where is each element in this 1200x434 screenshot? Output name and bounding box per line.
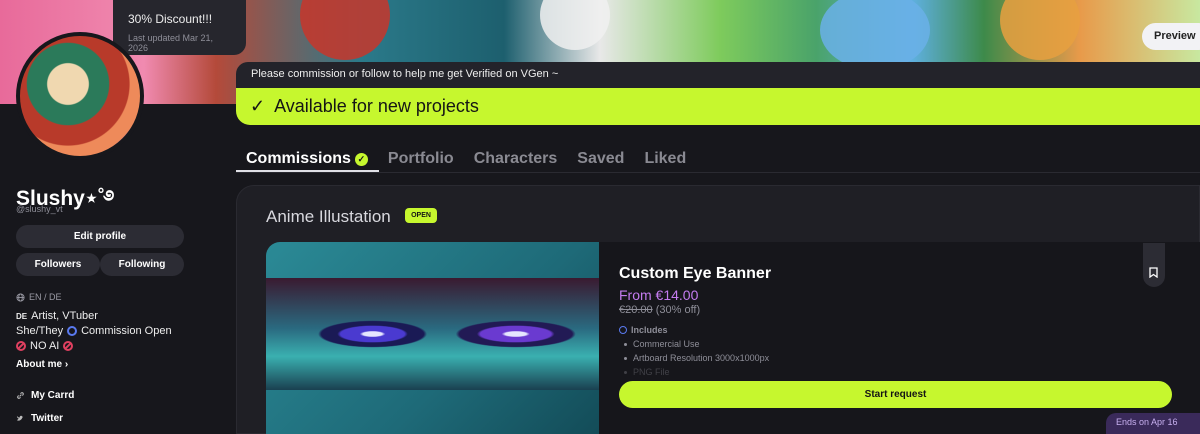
page: 30% Discount!!! Last updated Mar 21, 202…	[0, 0, 1200, 434]
avatar[interactable]	[16, 32, 144, 160]
bio-roles: Artist, VTuber	[31, 310, 98, 322]
include-text: Artboard Resolution 3000x1000px	[633, 353, 770, 363]
link-label: Twitter	[31, 413, 64, 424]
bullet-icon	[624, 370, 627, 374]
commission-price: From €14.00	[619, 287, 699, 303]
ends-badge: Ends on Apr 16	[1106, 413, 1200, 434]
following-button[interactable]: Following	[100, 253, 184, 276]
checkmark-icon: ✓	[250, 96, 266, 116]
includes-heading: Includes	[619, 325, 668, 335]
list-item: Commercial Use	[624, 339, 700, 349]
original-price: €20.00 (30% off)	[619, 304, 700, 316]
includes-label: Includes	[631, 325, 668, 335]
tab-label: Commissions	[246, 150, 351, 167]
user-handle: @slushy_vt	[16, 204, 63, 214]
spiral-icon	[67, 326, 78, 336]
bio-pronouns: She/They	[16, 325, 64, 337]
list-item: Artboard Resolution 3000x1000px	[624, 353, 769, 363]
about-me-label: About me	[16, 359, 63, 370]
discount-tooltip: 30% Discount!!! Last updated Mar 21, 202…	[113, 0, 246, 55]
last-updated: Last updated Mar 21, 2026	[128, 33, 214, 53]
section-title: Anime Illustation	[266, 207, 391, 226]
availability-banner: ✓ Available for new projects	[236, 88, 1200, 125]
bio-commission: Commission Open	[81, 325, 172, 337]
include-text: PNG File	[633, 367, 670, 377]
tab-characters[interactable]: Characters	[474, 146, 558, 172]
list-item: PNG File	[624, 367, 670, 377]
tab-liked[interactable]: Liked	[644, 146, 686, 172]
bullet-icon	[624, 342, 627, 346]
check-badge-icon: ✓	[354, 152, 368, 166]
tab-saved[interactable]: Saved	[577, 146, 624, 172]
availability-text: Available for new projects	[274, 96, 479, 116]
tab-label: Portfolio	[387, 150, 454, 167]
twitter-icon	[16, 415, 24, 421]
chevron-right-icon: ›	[64, 359, 69, 370]
commission-image[interactable]	[266, 242, 599, 434]
bio-line-2: She/They Commission Open	[16, 325, 172, 337]
edit-profile-button[interactable]: Edit profile	[16, 225, 184, 248]
tab-commissions[interactable]: Commissions ✓	[246, 146, 368, 172]
strikethrough-price: €20.00	[619, 304, 653, 316]
languages: EN / DE	[16, 292, 62, 302]
bio-line-3: NO AI	[16, 340, 74, 352]
bio-line-1: DE Artist, VTuber	[16, 310, 98, 322]
tab-label: Liked	[644, 150, 687, 167]
bookmark-button[interactable]	[1143, 243, 1165, 287]
eye-artwork	[266, 278, 599, 390]
languages-label: EN / DE	[29, 292, 62, 302]
link-twitter[interactable]: Twitter	[16, 413, 63, 424]
preview-button[interactable]: Preview	[1142, 23, 1200, 50]
link-icon	[17, 392, 24, 399]
tab-label: Saved	[577, 150, 625, 167]
link-label: My Carrd	[31, 390, 75, 401]
discount-note: (30% off)	[655, 304, 701, 316]
spiral-icon	[619, 326, 627, 334]
prohibited-icon	[16, 341, 26, 351]
tab-label: Characters	[473, 150, 558, 167]
profile-tabs: Commissions ✓ Portfolio Characters Saved…	[246, 146, 706, 172]
about-me-link[interactable]: About me ›	[16, 359, 68, 370]
discount-title: 30% Discount!!!	[128, 12, 213, 26]
verification-notice: Please commission or follow to help me g…	[236, 62, 1200, 88]
followers-button[interactable]: Followers	[16, 253, 100, 276]
tab-divider	[236, 172, 1200, 173]
bullet-icon	[624, 356, 627, 360]
prohibited-icon	[63, 341, 74, 351]
include-text: Commercial Use	[633, 339, 700, 349]
status-badge: OPEN	[405, 208, 437, 223]
bio-no-ai: NO AI	[30, 340, 60, 352]
commission-title[interactable]: Custom Eye Banner	[619, 265, 771, 283]
tab-portfolio[interactable]: Portfolio	[388, 146, 454, 172]
bookmark-icon	[1149, 267, 1158, 278]
start-request-button[interactable]: Start request	[619, 381, 1172, 408]
globe-icon	[16, 292, 25, 302]
link-my-carrd[interactable]: My Carrd	[16, 390, 74, 401]
country-tag: DE	[16, 311, 28, 321]
